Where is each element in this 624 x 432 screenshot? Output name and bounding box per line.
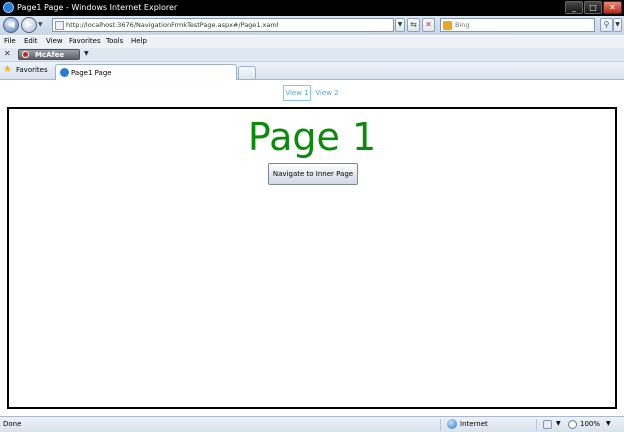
recent-pages-dropdown[interactable]: ▼ <box>38 21 45 29</box>
maximize-button[interactable]: □ <box>584 1 602 14</box>
globe-icon <box>447 419 457 429</box>
mcafee-label: McAfee <box>35 51 65 59</box>
search-options-dropdown[interactable]: ▼ <box>613 18 622 32</box>
address-dropdown[interactable]: ▼ <box>395 18 405 32</box>
favorites-bar: ★ Favorites Page1 Page <box>0 62 624 80</box>
navigate-inner-page-button[interactable]: Navigate to Inner Page <box>268 163 358 185</box>
minimize-button[interactable]: _ <box>565 1 583 14</box>
search-icon: ⚲ <box>603 20 610 29</box>
menu-favorites[interactable]: Favorites <box>69 37 101 45</box>
page-heading: Page 1 <box>247 115 377 159</box>
ie-tab-icon <box>60 68 69 77</box>
status-text: Done <box>3 420 22 428</box>
window-title: Page1 Page - Windows Internet Explorer <box>17 3 178 12</box>
toolbar-close-icon[interactable]: ✕ <box>4 49 11 58</box>
page-icon <box>55 21 64 30</box>
tab-view-1[interactable]: View 1 <box>283 85 311 101</box>
browser-tab-label: Page1 Page <box>71 69 112 77</box>
title-bar: Page1 Page - Windows Internet Explorer _… <box>0 0 624 16</box>
status-divider <box>440 419 441 431</box>
search-button[interactable]: ⚲ <box>600 18 613 32</box>
status-divider <box>536 419 537 431</box>
bing-icon <box>443 21 452 30</box>
menu-view[interactable]: View <box>46 37 63 45</box>
zoom-level[interactable]: 100% <box>580 420 600 428</box>
close-button[interactable]: ✕ <box>603 1 622 14</box>
search-box[interactable] <box>440 18 595 32</box>
menu-help[interactable]: Help <box>131 37 147 45</box>
zone-label: Internet <box>460 420 488 428</box>
status-bar: Done Internet ▼ 100% ▼ <box>0 416 624 432</box>
address-bar[interactable] <box>52 18 394 32</box>
navigation-frame: Page 1 Navigate to Inner Page <box>7 107 617 409</box>
ie-icon <box>3 2 14 13</box>
browser-tab-active[interactable]: Page1 Page <box>55 64 237 80</box>
mcafee-icon <box>22 51 29 58</box>
mcafee-button[interactable]: McAfee <box>18 49 80 60</box>
stop-button[interactable]: ✕ <box>422 18 435 32</box>
back-arrow-icon: ◀ <box>7 20 15 30</box>
stop-icon: ✕ <box>425 20 432 29</box>
menu-edit[interactable]: Edit <box>24 37 38 45</box>
menu-bar: File Edit View Favorites Tools Help <box>0 36 624 48</box>
page-content: View 1 View 2 Page 1 Navigate to Inner P… <box>0 81 624 416</box>
zoom-icon[interactable] <box>568 420 577 429</box>
address-input[interactable] <box>66 19 391 31</box>
star-icon: ★ <box>3 64 12 75</box>
forward-button[interactable]: ▶ <box>21 17 37 33</box>
zoom-dropdown[interactable]: ▼ <box>606 420 611 427</box>
mcafee-dropdown[interactable]: ▼ <box>84 50 89 57</box>
favorites-label: Favorites <box>16 66 48 74</box>
refresh-button[interactable]: ⇆ <box>407 18 420 32</box>
forward-arrow-icon: ▶ <box>25 20 33 30</box>
menu-file[interactable]: File <box>4 37 16 45</box>
search-input[interactable] <box>455 19 590 31</box>
menu-tools[interactable]: Tools <box>106 37 123 45</box>
tab-view-2[interactable]: View 2 <box>313 85 341 101</box>
refresh-icon: ⇆ <box>410 20 417 29</box>
mcafee-toolbar: ✕ McAfee ▼ <box>0 48 624 62</box>
back-button[interactable]: ◀ <box>3 17 19 33</box>
protected-mode-dropdown[interactable]: ▼ <box>556 420 561 427</box>
protected-mode-icon[interactable] <box>543 420 552 429</box>
new-tab-button[interactable] <box>238 66 256 80</box>
address-toolbar: ◀ ▶ ▼ ▼ ⇆ ✕ ⚲ ▼ <box>0 16 624 35</box>
